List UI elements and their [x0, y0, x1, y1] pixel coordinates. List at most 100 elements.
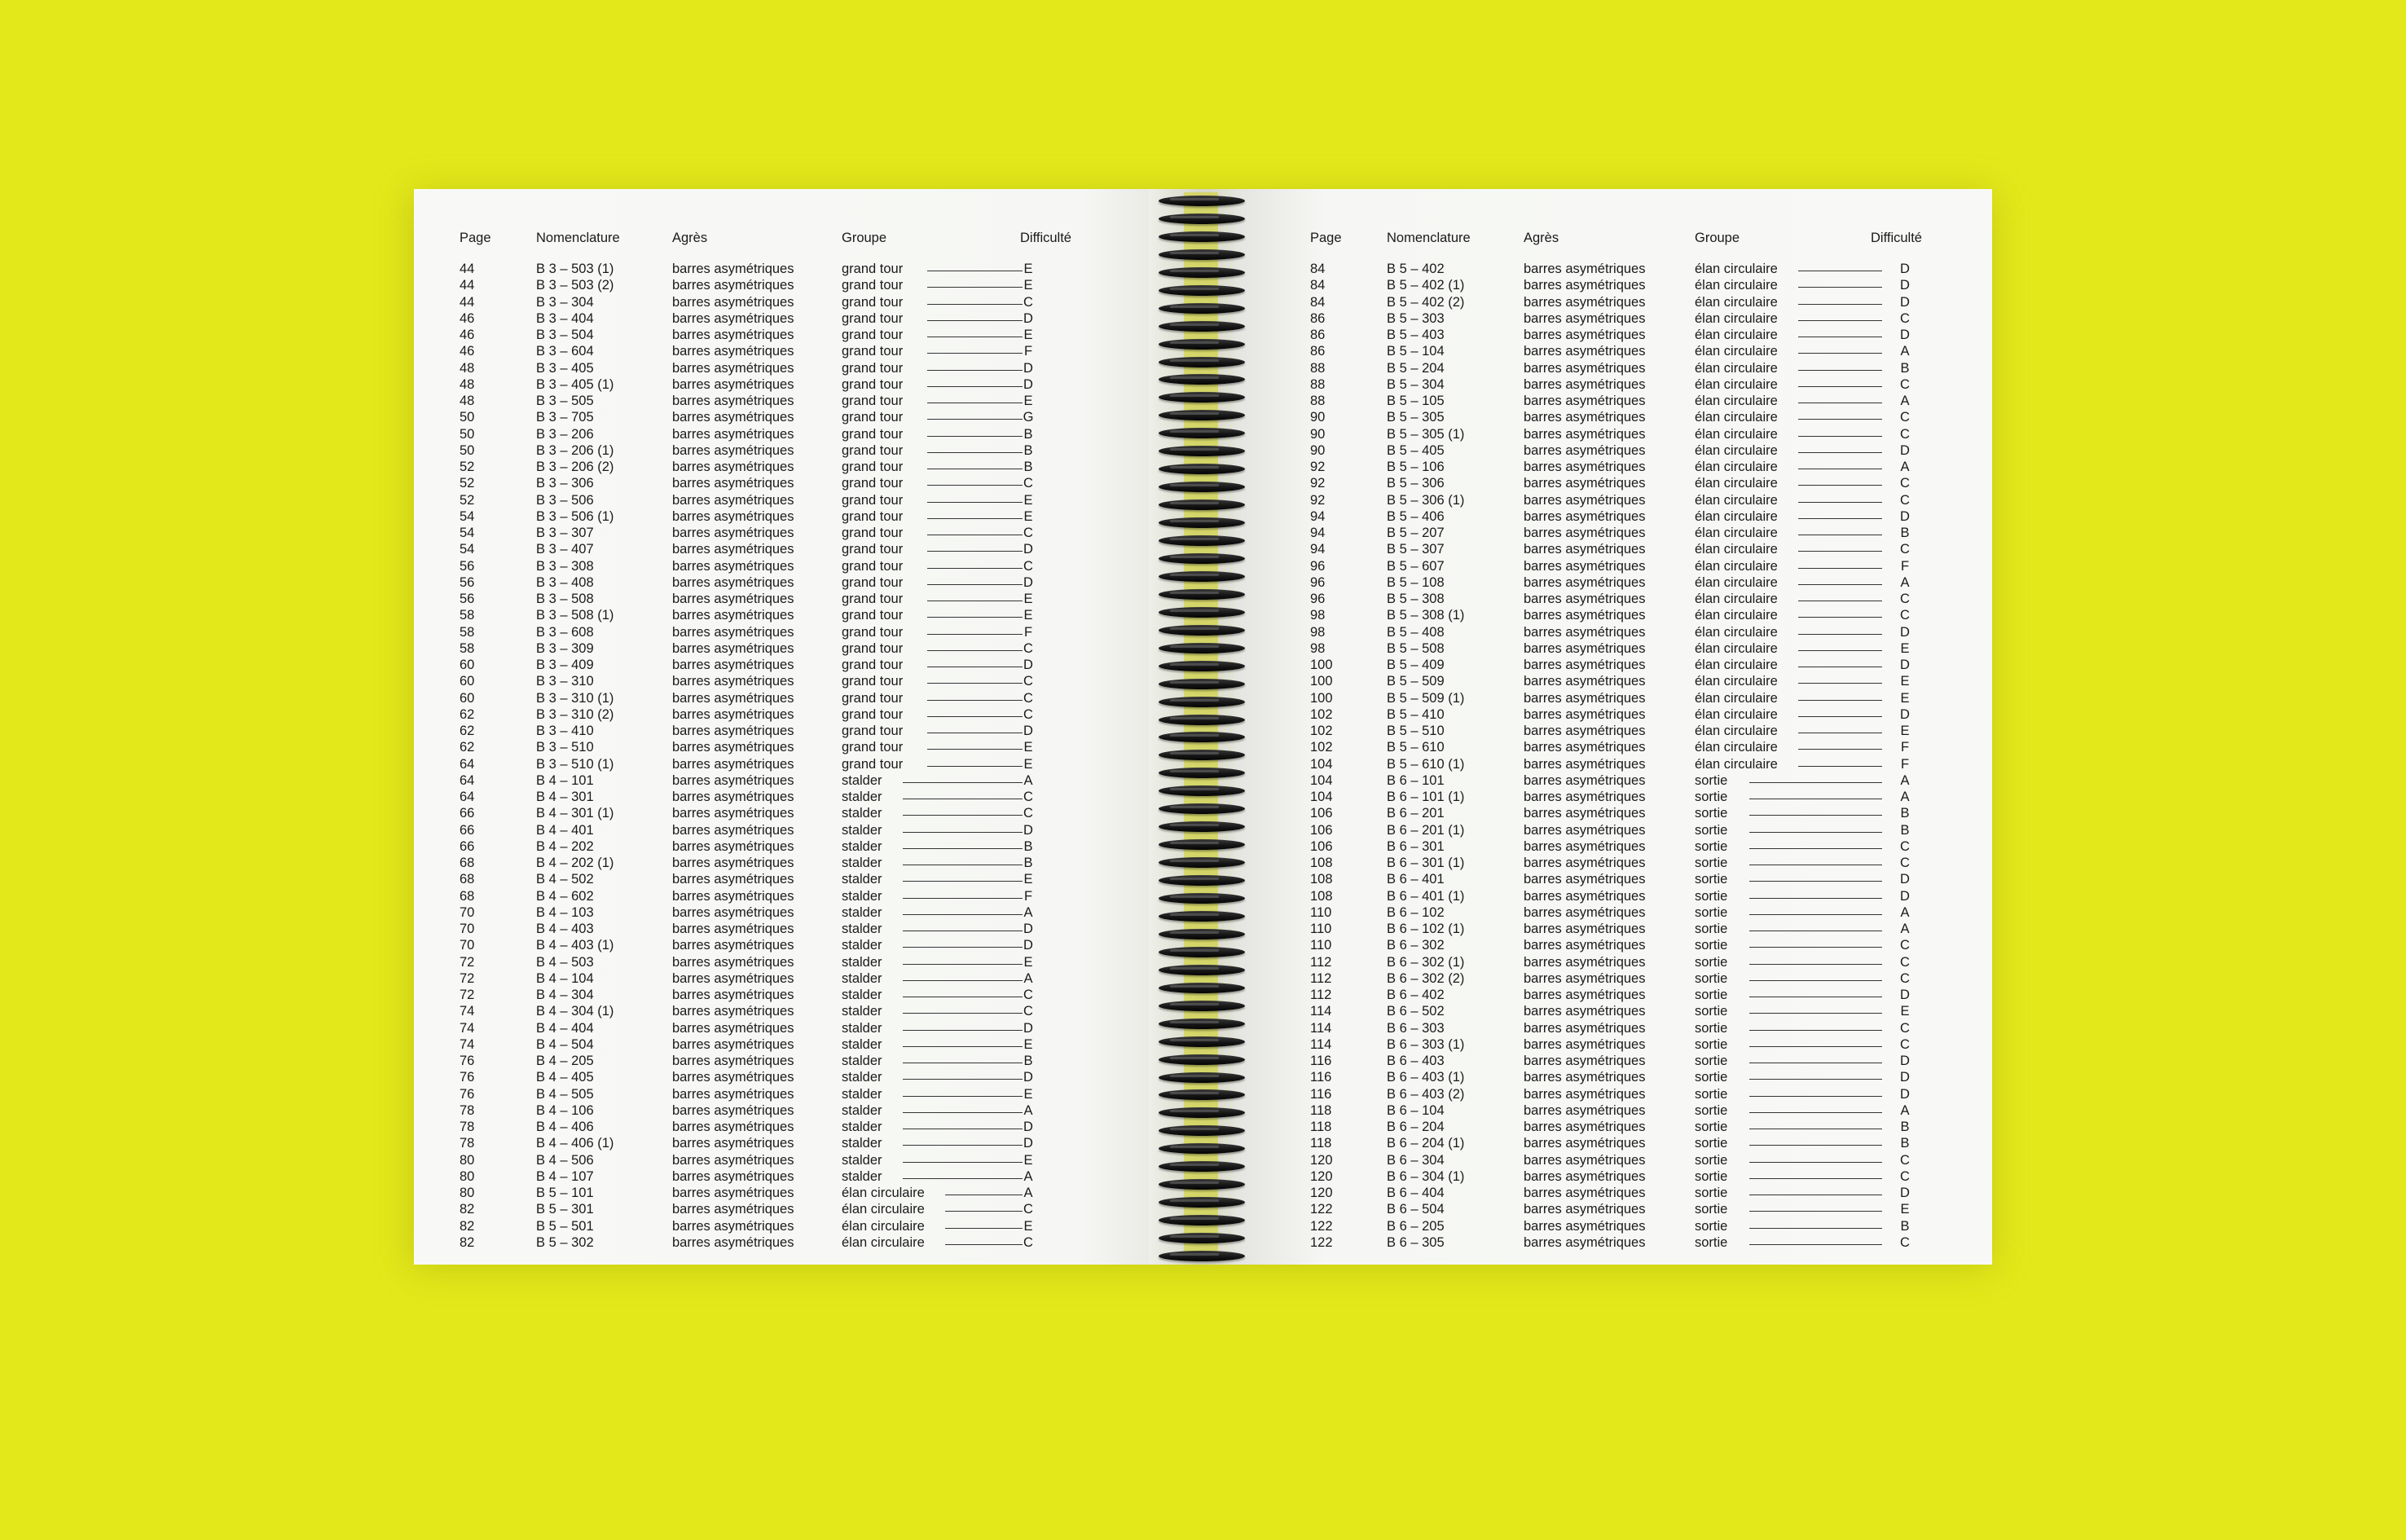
- row-difficulte: D: [1900, 988, 1910, 1002]
- row-difficulte: C: [1900, 1234, 1910, 1250]
- row-difficulte: D: [1023, 938, 1033, 953]
- row-agres: barres asymétriques: [672, 674, 794, 689]
- row-nomenclature: B 3 – 405: [536, 360, 594, 376]
- row-nomenclature: B 6 – 204 (1): [1387, 1136, 1465, 1151]
- row-page: 46: [460, 328, 475, 342]
- row-groupe: grand tour: [842, 460, 904, 474]
- row-nomenclature: B 6 – 201: [1387, 806, 1445, 821]
- row-groupe: élan circulaire: [1695, 476, 1778, 491]
- row-agres: barres asymétriques: [1524, 426, 1646, 442]
- row-agres: barres asymétriques: [1524, 394, 1646, 408]
- row-nomenclature: B 3 – 405 (1): [536, 376, 614, 392]
- leader-line: [945, 1243, 1023, 1245]
- row-nomenclature: B 4 – 403 (1): [536, 938, 614, 953]
- leader-line: [927, 353, 1023, 354]
- table-row: 76 B 4 – 505 barres asymétriques stalder E: [414, 1086, 1172, 1102]
- row-nomenclature: B 3 – 206 (1): [536, 442, 614, 458]
- table-row: 74 B 4 – 404 barres asymétriques stalder D: [414, 1020, 1172, 1036]
- row-agres: barres asymétriques: [672, 658, 794, 672]
- row-difficulte: E: [1900, 674, 1910, 689]
- table-row: 46 B 3 – 604 barres asymétriques grand tour…: [414, 343, 1172, 359]
- leader-line: [1798, 617, 1882, 618]
- row-groupe: sortie: [1695, 1054, 1728, 1068]
- row-groupe: élan circulaire: [1695, 740, 1778, 755]
- leader-line: [1798, 649, 1882, 651]
- row-groupe: élan circulaire: [1695, 278, 1778, 293]
- row-groupe: stalder: [842, 1168, 882, 1184]
- row-page: 48: [460, 360, 475, 376]
- leader-line: [927, 451, 1023, 453]
- row-page: 96: [1310, 592, 1326, 606]
- row-agres: barres asymétriques: [1524, 410, 1646, 425]
- row-groupe: élan circulaire: [1695, 690, 1778, 706]
- row-difficulte: B: [1900, 1218, 1910, 1234]
- row-page: 108: [1310, 888, 1333, 904]
- row-agres: barres asymétriques: [672, 1036, 794, 1052]
- row-page: 64: [460, 772, 475, 788]
- table-row: 46 B 3 – 504 barres asymétriques grand tour…: [414, 327, 1172, 343]
- table-row: 112 B 6 – 402 barres asymétriques sortie D: [1234, 987, 1992, 1003]
- row-page: 106: [1310, 806, 1333, 821]
- row-agres: barres asymétriques: [672, 838, 794, 854]
- row-agres: barres asymétriques: [672, 1070, 794, 1085]
- binding-coil: [1159, 910, 1245, 922]
- leader-line: [1749, 781, 1882, 783]
- row-page: 94: [1310, 526, 1326, 540]
- table-row: 116 B 6 – 403 barres asymétriques sortie D: [1234, 1053, 1992, 1069]
- row-page: 78: [460, 1136, 475, 1151]
- table-row: 74 B 4 – 504 barres asymétriques stalder E: [414, 1036, 1172, 1053]
- row-agres: barres asymétriques: [672, 888, 794, 904]
- row-agres: barres asymétriques: [1524, 558, 1646, 574]
- table-row: 50 B 3 – 206 (1) barres asymétriques grand …: [414, 442, 1172, 459]
- row-page: 104: [1310, 790, 1333, 804]
- row-difficulte: B: [1900, 806, 1910, 821]
- row-difficulte: D: [1900, 294, 1910, 310]
- row-page: 118: [1310, 1120, 1332, 1134]
- binding-coil: [1159, 338, 1245, 350]
- row-page: 64: [460, 756, 475, 772]
- row-page: 66: [460, 838, 475, 854]
- table-row: 60 B 3 – 310 (1) barres asymétriques grand …: [414, 690, 1172, 706]
- row-nomenclature: B 3 – 506: [536, 492, 594, 508]
- table-row: 114 B 6 – 303 (1) barres asymétriques sorti…: [1234, 1036, 1992, 1053]
- row-groupe: grand tour: [842, 492, 904, 508]
- leader-line: [1798, 485, 1882, 486]
- leader-line: [1749, 1045, 1882, 1047]
- row-difficulte: D: [1023, 1120, 1033, 1134]
- row-agres: barres asymétriques: [1524, 328, 1646, 342]
- row-nomenclature: B 5 – 101: [536, 1186, 594, 1200]
- leader-line: [1798, 567, 1882, 569]
- binding-coil: [1159, 284, 1245, 296]
- row-page: 78: [460, 1102, 475, 1118]
- row-difficulte: E: [1900, 1004, 1910, 1019]
- row-page: 100: [1310, 674, 1333, 689]
- row-page: 56: [460, 592, 475, 606]
- row-page: 58: [460, 608, 475, 623]
- table-row: 52 B 3 – 306 barres asymétriques grand tour…: [414, 475, 1172, 491]
- row-agres: barres asymétriques: [1524, 278, 1646, 293]
- row-nomenclature: B 4 – 107: [536, 1168, 594, 1184]
- row-agres: barres asymétriques: [1524, 1070, 1646, 1085]
- row-groupe: grand tour: [842, 658, 904, 672]
- row-nomenclature: B 4 – 406 (1): [536, 1136, 614, 1151]
- row-nomenclature: B 6 – 205: [1387, 1218, 1445, 1234]
- table-row: 120 B 6 – 304 barres asymétriques sortie C: [1234, 1152, 1992, 1168]
- row-difficulte: E: [1900, 690, 1910, 706]
- row-difficulte: E: [1023, 872, 1033, 887]
- table-row: 44 B 3 – 503 (2) barres asymétriques grand …: [414, 277, 1172, 293]
- row-difficulte: C: [1023, 558, 1033, 574]
- table-row: 66 B 4 – 401 barres asymétriques stalder D: [414, 822, 1172, 838]
- row-agres: barres asymétriques: [672, 1136, 794, 1151]
- header-agres: Agrès: [1524, 231, 1559, 245]
- row-nomenclature: B 4 – 404: [536, 1020, 594, 1036]
- row-groupe: stalder: [842, 1070, 882, 1085]
- table-row: 122 B 6 – 305 barres asymétriques sortie C: [1234, 1234, 1992, 1251]
- leader-line: [927, 369, 1023, 371]
- row-agres: barres asymétriques: [672, 904, 794, 920]
- left-page: Page Nomenclature Agrès Groupe Difficult…: [414, 189, 1172, 1265]
- binding-coil: [1159, 517, 1245, 529]
- binding-coil: [1159, 696, 1245, 707]
- row-difficulte: B: [1900, 526, 1910, 540]
- binding-coil: [1159, 213, 1245, 224]
- row-page: 54: [460, 526, 475, 540]
